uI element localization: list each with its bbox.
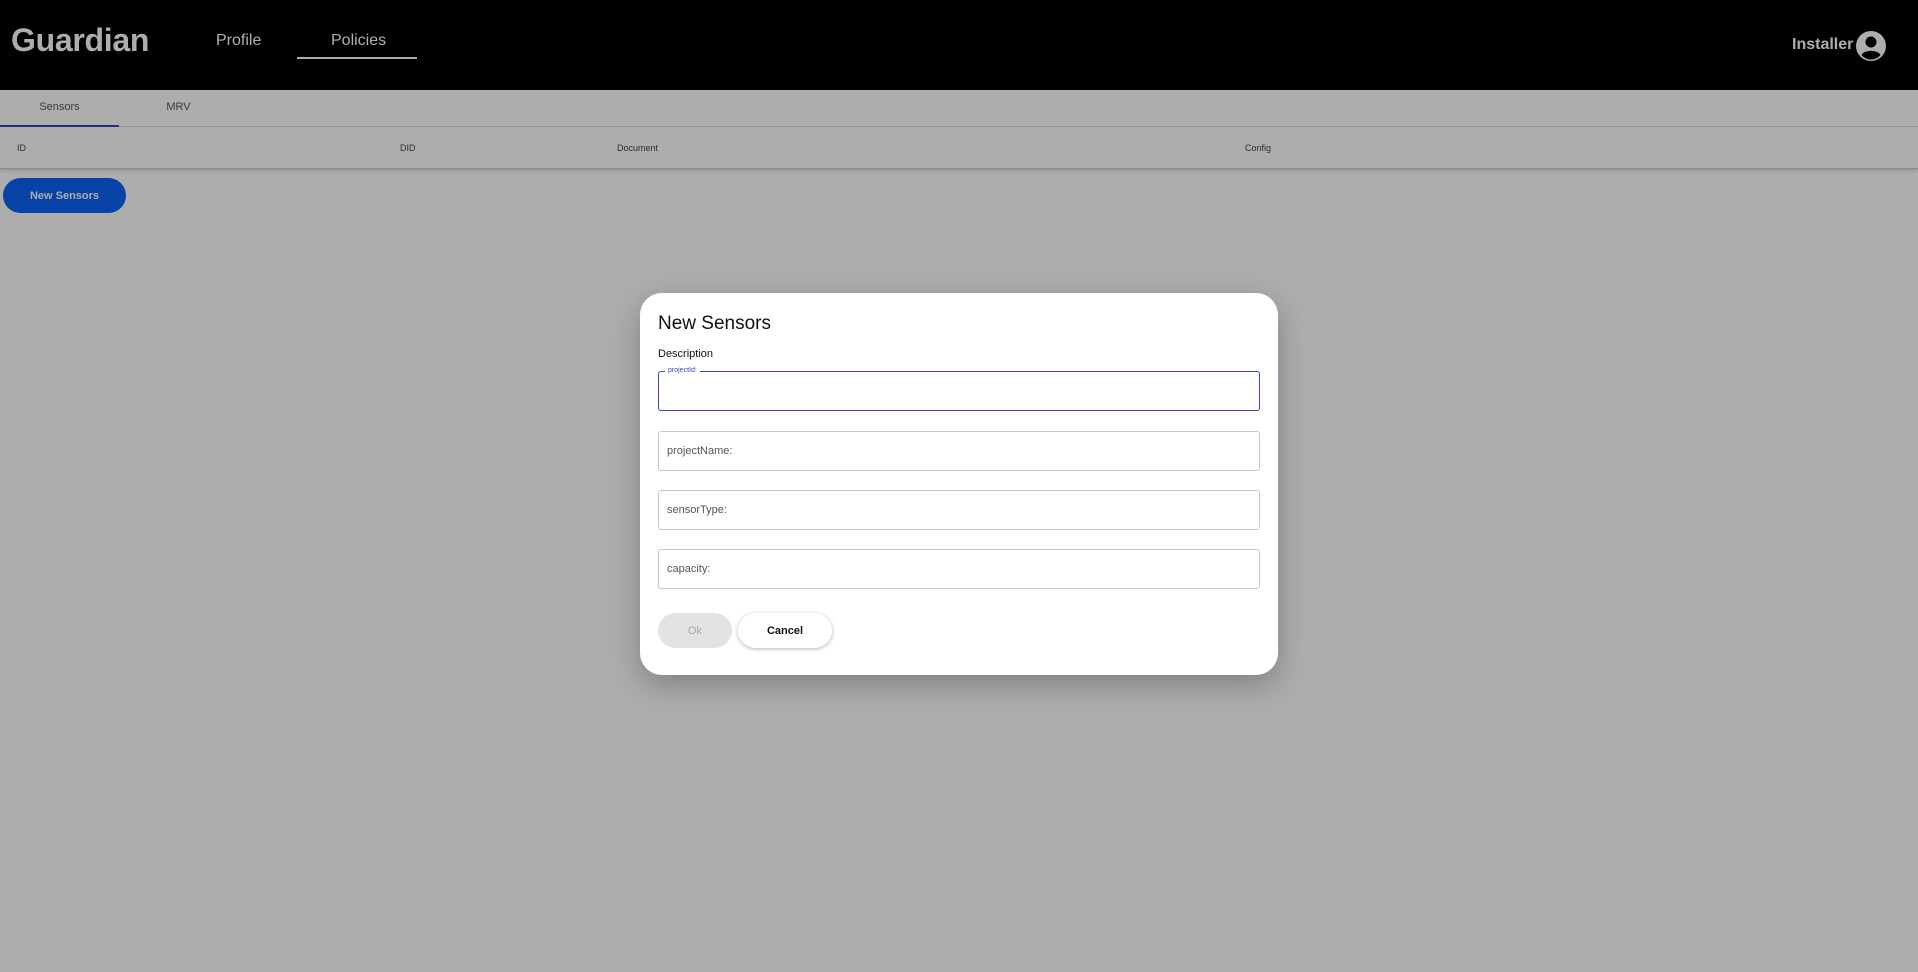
project-name-input[interactable] <box>659 432 1259 470</box>
project-id-field: projectId: <box>658 367 1260 411</box>
new-sensors-dialog: New Sensors Description projectId: Ok Ca… <box>640 293 1278 675</box>
ok-button[interactable]: Ok <box>658 613 732 648</box>
dialog-title: New Sensors <box>658 313 771 334</box>
sensor-type-input[interactable] <box>659 491 1259 529</box>
cancel-button[interactable]: Cancel <box>738 613 832 648</box>
capacity-field <box>658 549 1260 589</box>
project-id-input[interactable] <box>659 372 1259 410</box>
project-name-field <box>658 431 1260 471</box>
app-root: Guardian Profile Policies Installer Sens… <box>0 0 1918 972</box>
capacity-input[interactable] <box>659 550 1259 588</box>
dialog-description: Description <box>658 348 714 360</box>
sensor-type-field <box>658 490 1260 530</box>
